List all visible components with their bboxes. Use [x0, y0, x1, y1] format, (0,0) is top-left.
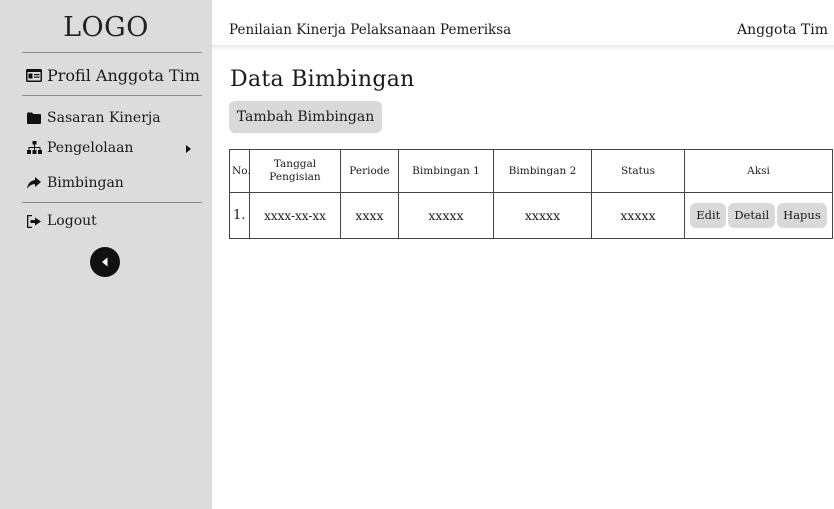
sidebar-item-profile[interactable]: Profil Anggota Tim	[26, 66, 200, 85]
sidebar-divider	[22, 202, 202, 203]
table-header-row: No. Tanggal Pengisian Periode Bimbingan …	[229, 149, 833, 193]
sidebar-item-label: Pengelolaan	[47, 140, 134, 156]
logout-icon	[26, 213, 42, 229]
column-header-periode: Periode	[340, 149, 399, 193]
column-header-tanggal: Tanggal Pengisian	[249, 149, 341, 193]
sidebar-item-pengelolaan[interactable]: Pengelolaan	[26, 140, 133, 156]
cell-status: xxxxx	[591, 192, 685, 239]
sidebar-item-sasaran-kinerja[interactable]: Sasaran Kinerja	[26, 110, 161, 126]
column-header-no: No.	[229, 149, 251, 193]
detail-button[interactable]: Detail	[728, 203, 776, 228]
share-arrow-icon	[26, 175, 42, 191]
page-title: Data Bimbingan	[230, 67, 415, 92]
add-bimbingan-button[interactable]: Tambah Bimbingan	[229, 101, 382, 133]
bimbingan-table: No. Tanggal Pengisian Periode Bimbingan …	[229, 149, 833, 239]
column-header-status: Status	[591, 149, 685, 193]
sidebar: LOGO Profil Anggota Tim Sasaran Kinerja …	[0, 0, 212, 509]
edit-button[interactable]: Edit	[690, 203, 727, 228]
cell-tanggal: xxxx-xx-xx	[249, 192, 341, 239]
sitemap-icon	[26, 140, 42, 156]
cell-aksi: Edit Detail Hapus	[684, 192, 833, 239]
top-bar-shadow	[212, 45, 834, 51]
column-header-bimbingan-1: Bimbingan 1	[398, 149, 494, 193]
sidebar-item-logout[interactable]: Logout	[26, 213, 97, 229]
sidebar-item-label: Bimbingan	[47, 175, 124, 191]
id-card-icon	[26, 68, 42, 84]
column-header-bimbingan-2: Bimbingan 2	[493, 149, 592, 193]
sidebar-divider	[22, 95, 202, 96]
hapus-button[interactable]: Hapus	[777, 203, 827, 228]
chevron-left-circle-icon	[102, 257, 108, 267]
app-title: Penilaian Kinerja Pelaksanaan Pemeriksa	[229, 22, 512, 38]
cell-bimbingan-2: xxxxx	[493, 192, 592, 239]
collapse-sidebar-button[interactable]	[90, 247, 120, 277]
sidebar-item-label: Logout	[47, 213, 97, 229]
sidebar-item-bimbingan[interactable]: Bimbingan	[26, 175, 124, 191]
table-row: 1. xxxx-xx-xx xxxx xxxxx xxxxx xxxxx Edi…	[229, 192, 833, 239]
sidebar-divider	[22, 52, 202, 53]
cell-no: 1.	[229, 192, 250, 239]
caret-right-icon	[186, 145, 191, 153]
user-role-menu[interactable]: Anggota Tim	[737, 22, 828, 38]
cell-periode: xxxx	[340, 192, 399, 239]
folder-icon	[26, 110, 42, 126]
sidebar-item-label: Profil Anggota Tim	[47, 66, 200, 85]
sidebar-item-label: Sasaran Kinerja	[47, 110, 161, 126]
logo: LOGO	[63, 12, 149, 43]
cell-bimbingan-1: xxxxx	[398, 192, 494, 239]
column-header-aksi: Aksi	[684, 149, 833, 193]
